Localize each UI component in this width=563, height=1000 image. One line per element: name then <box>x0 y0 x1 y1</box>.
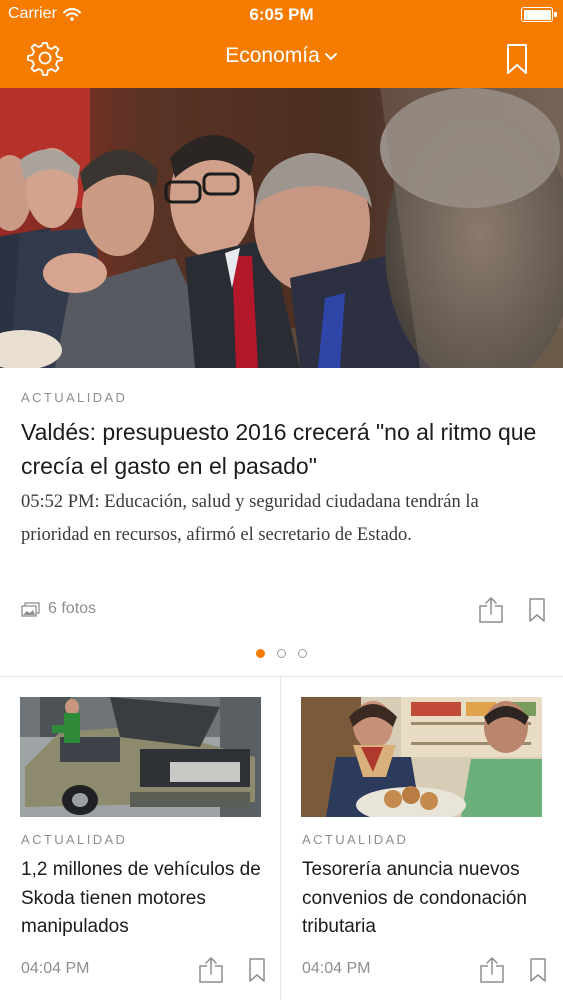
hero-kicker: ACTUALIDAD <box>21 390 128 405</box>
battery-tip <box>554 12 557 17</box>
card-bookmark-button[interactable] <box>529 957 547 983</box>
status-bar: Carrier 6:05 PM <box>0 0 563 30</box>
gear-icon <box>27 41 63 77</box>
hero-headline[interactable]: Valdés: presupuesto 2016 crecerá "no al … <box>21 415 541 483</box>
hero-bookmark-button[interactable] <box>528 597 546 623</box>
bookmark-icon <box>248 957 266 983</box>
page-dot[interactable] <box>298 649 307 658</box>
photo-count-label: 6 fotos <box>48 600 97 617</box>
nav-bar: Economía <box>0 30 563 88</box>
battery-icon <box>521 7 557 22</box>
bookmark-icon <box>529 957 547 983</box>
article-card[interactable]: ACTUALIDAD Tesorería anuncia nuevos conv… <box>281 677 562 1000</box>
chevron-down-icon <box>324 51 338 61</box>
section-selector[interactable]: Economía <box>225 44 338 68</box>
card-headline[interactable]: Tesorería anuncia nuevos convenios de co… <box>302 856 552 942</box>
article-thumbnail[interactable] <box>20 697 261 817</box>
status-time: 6:05 PM <box>249 5 314 24</box>
settings-button[interactable] <box>25 39 65 79</box>
bookmark-icon <box>528 597 546 623</box>
bookmark-icon <box>506 43 528 75</box>
hero-summary: 05:52 PM: Educación, salud y seguridad c… <box>21 492 479 545</box>
section-title: Economía <box>225 44 320 67</box>
bookmarks-button[interactable] <box>503 41 531 77</box>
card-headline[interactable]: 1,2 millones de vehículos de Skoda tiene… <box>21 856 271 942</box>
page-dot[interactable] <box>256 649 265 658</box>
share-icon <box>478 596 504 624</box>
battery-fill <box>523 9 551 20</box>
card-timestamp: 04:04 PM <box>302 960 371 977</box>
article-card[interactable]: ACTUALIDAD 1,2 millones de vehículos de … <box>0 677 281 1000</box>
share-icon <box>198 956 224 984</box>
carousel-page-indicator[interactable] <box>0 649 563 658</box>
card-kicker: ACTUALIDAD <box>21 832 128 847</box>
hero-photo-count[interactable]: 6 fotos <box>21 600 96 618</box>
article-thumbnail[interactable] <box>301 697 542 817</box>
hero-photo[interactable] <box>0 88 563 368</box>
card-share-button[interactable] <box>198 956 224 984</box>
page-dot[interactable] <box>277 649 286 658</box>
share-icon <box>479 956 505 984</box>
card-timestamp: 04:04 PM <box>21 960 90 977</box>
app-header: Carrier 6:05 PM Economía <box>0 0 563 88</box>
section-selector-wrap: Economía <box>0 44 563 68</box>
card-bookmark-button[interactable] <box>248 957 266 983</box>
hero-share-button[interactable] <box>478 596 504 624</box>
photo-gallery-icon <box>21 601 40 617</box>
card-share-button[interactable] <box>479 956 505 984</box>
hero-article[interactable]: ACTUALIDAD Valdés: presupuesto 2016 crec… <box>0 368 563 676</box>
card-kicker: ACTUALIDAD <box>302 832 409 847</box>
